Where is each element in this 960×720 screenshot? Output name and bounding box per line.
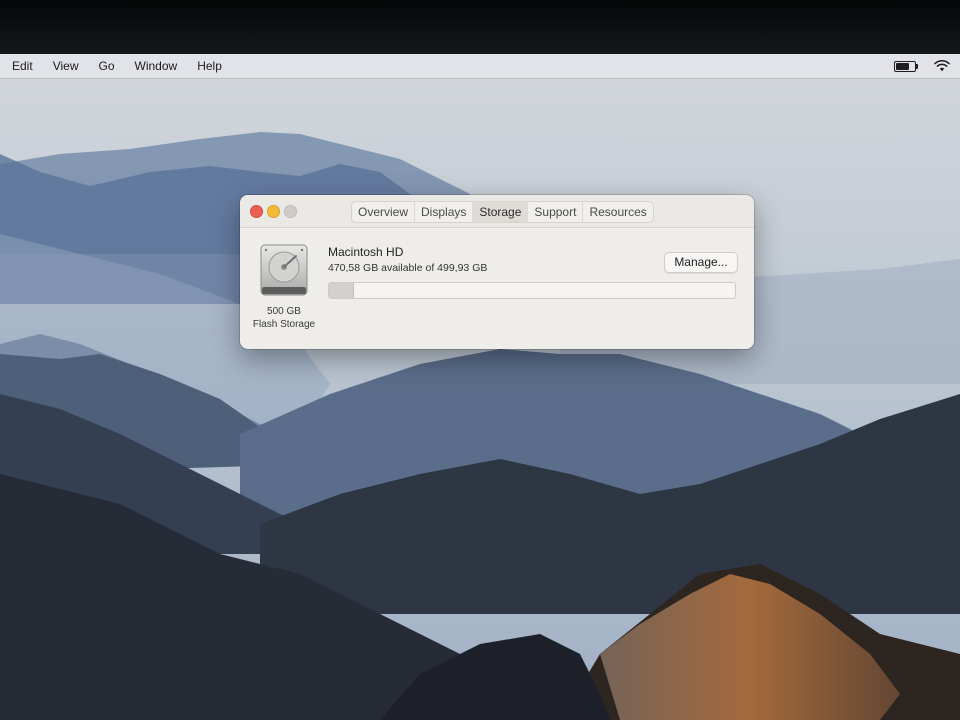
battery-level-fill: [896, 62, 909, 70]
menu-view[interactable]: View: [43, 54, 89, 78]
volume-name: Macintosh HD: [328, 245, 404, 259]
zoom-button[interactable]: [284, 205, 297, 218]
wifi-icon[interactable]: [934, 60, 950, 72]
close-button[interactable]: [250, 205, 263, 218]
tab-displays[interactable]: Displays: [414, 202, 472, 222]
menu-bar: Edit View Go Window Help: [0, 54, 960, 79]
volume-available: 470,58 GB available of 499,93 GB: [328, 262, 488, 274]
menu-edit[interactable]: Edit: [0, 54, 43, 78]
status-area: [894, 60, 960, 72]
menu-go[interactable]: Go: [88, 54, 124, 78]
menu-window[interactable]: Window: [125, 54, 188, 78]
tab-storage[interactable]: Storage: [472, 202, 528, 222]
drive-capacity: 500 GB: [267, 306, 301, 317]
tab-resources[interactable]: Resources: [582, 202, 652, 222]
storage-used-segment: [329, 283, 354, 298]
about-this-mac-window: Overview Displays Storage Support Resources …: [240, 195, 754, 349]
battery-icon[interactable]: [894, 60, 918, 72]
manage-button[interactable]: Manage...: [664, 252, 738, 273]
hard-drive-icon: [260, 244, 308, 296]
title-bar[interactable]: Overview Displays Storage Support Resources: [240, 195, 754, 228]
screen-bezel: [0, 0, 960, 56]
tab-support[interactable]: Support: [527, 202, 582, 222]
storage-usage-bar: [328, 282, 736, 299]
desktop: Edit View Go Window Help Overview Display…: [0, 54, 960, 720]
tab-overview[interactable]: Overview: [352, 202, 414, 222]
mountain-wallpaper: [0, 54, 960, 720]
minimize-button[interactable]: [267, 205, 280, 218]
drive-type: Flash Storage: [252, 319, 316, 330]
menu-help[interactable]: Help: [187, 54, 232, 78]
tab-bar: Overview Displays Storage Support Resources: [351, 201, 654, 223]
